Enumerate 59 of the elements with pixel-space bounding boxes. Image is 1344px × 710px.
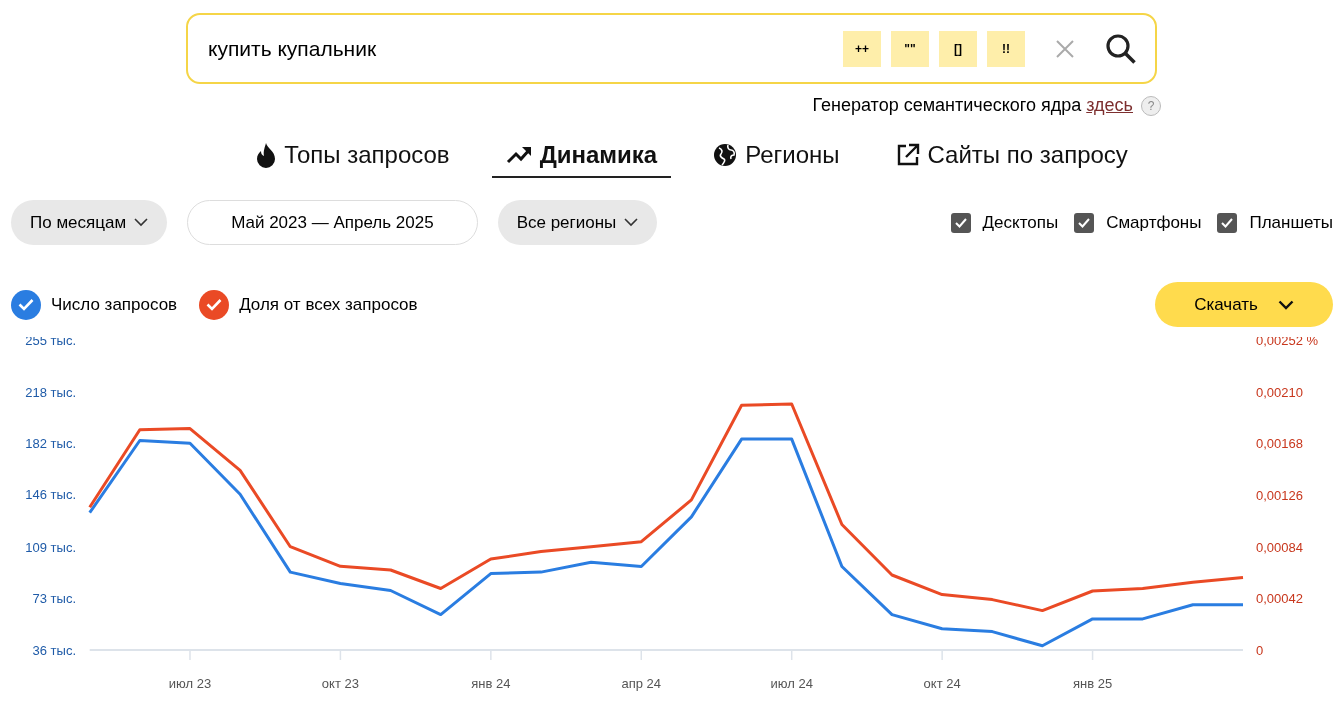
globe-icon — [713, 143, 738, 167]
check-icon — [1221, 217, 1234, 228]
x-tick-label: окт 23 — [321, 676, 359, 691]
tab[interactable]: Регионы — [699, 133, 854, 178]
x-tick-label: янв 24 — [471, 676, 511, 691]
check-icon — [954, 217, 967, 228]
generator-link[interactable]: здесь — [1086, 95, 1133, 115]
operator-button[interactable]: !! — [987, 30, 1025, 67]
generator-text: Генератор семантического ядра здесь — [812, 94, 1133, 117]
chevron-icon — [624, 218, 639, 227]
chevron-icon — [134, 218, 149, 227]
series-toggle[interactable] — [11, 289, 41, 320]
series-toggle[interactable] — [199, 289, 230, 320]
y-tick-label: 182 тыс. — [25, 436, 76, 452]
checkbox-label: Смартфоны — [1106, 211, 1202, 234]
operator-button[interactable]: "" — [891, 30, 929, 67]
period-dropdown[interactable]: По месяцам — [11, 200, 168, 245]
y-tick-label: 0,00042 — [1256, 591, 1303, 607]
operator-button[interactable]: ++ — [843, 30, 881, 67]
y-tick-label: 36 тыс. — [32, 643, 76, 658]
x-tick-label: янв 25 — [1072, 676, 1113, 691]
y-tick-label: 146 тыс. — [25, 487, 76, 503]
tab[interactable]: Динамика — [491, 133, 672, 178]
y-tick-label: 109 тыс. — [25, 539, 76, 555]
checkbox[interactable] — [950, 212, 971, 233]
region-dropdown[interactable]: Все регионы — [497, 200, 658, 245]
tab[interactable]: Сайты по запросу — [881, 133, 1142, 178]
x-tick-label: июл 23 — [168, 676, 212, 691]
x-tick-label: июл 24 — [770, 676, 813, 691]
chevron-icon — [1277, 299, 1294, 310]
download-button[interactable]: Скачать — [1155, 282, 1333, 327]
tab[interactable]: Топы запросов — [242, 133, 464, 178]
external-link-icon — [895, 143, 920, 167]
trend-arrow-icon — [505, 145, 532, 165]
y-tick-label: 0,00126 — [1256, 488, 1303, 503]
x-tick-label: окт 24 — [923, 676, 961, 691]
checkbox-label: Планшеты — [1249, 211, 1333, 234]
close-icon — [1055, 39, 1075, 60]
y-tick-label: 73 тыс. — [32, 590, 76, 606]
check-icon — [1078, 217, 1091, 228]
date-range-button[interactable]: Май 2023 — Апрель 2025 — [187, 200, 478, 245]
legend-label: Число запросов — [51, 293, 178, 316]
search-button[interactable] — [1105, 32, 1137, 65]
y-tick-label: 0,00084 — [1256, 539, 1303, 555]
y-tick-label: 0 — [1256, 643, 1264, 658]
check-icon — [206, 298, 223, 311]
checkbox-label: Десктопы — [982, 211, 1059, 234]
search-icon — [1105, 32, 1137, 65]
y-tick-label: 218 тыс. — [25, 385, 76, 401]
checkbox[interactable] — [1074, 212, 1095, 233]
y-tick-label: 0,00168 — [1256, 436, 1303, 452]
check-icon — [18, 298, 34, 311]
operator-button[interactable]: [] — [939, 30, 977, 67]
flame-icon — [256, 142, 277, 168]
search-field[interactable]: купить купальник ++ "" [] !! — [186, 13, 1157, 84]
legend-label: Доля от всех запросов — [239, 293, 418, 316]
checkbox[interactable] — [1217, 212, 1238, 233]
y-tick-label: 0,00210 — [1256, 384, 1303, 400]
x-tick-label: апр 24 — [621, 676, 662, 691]
